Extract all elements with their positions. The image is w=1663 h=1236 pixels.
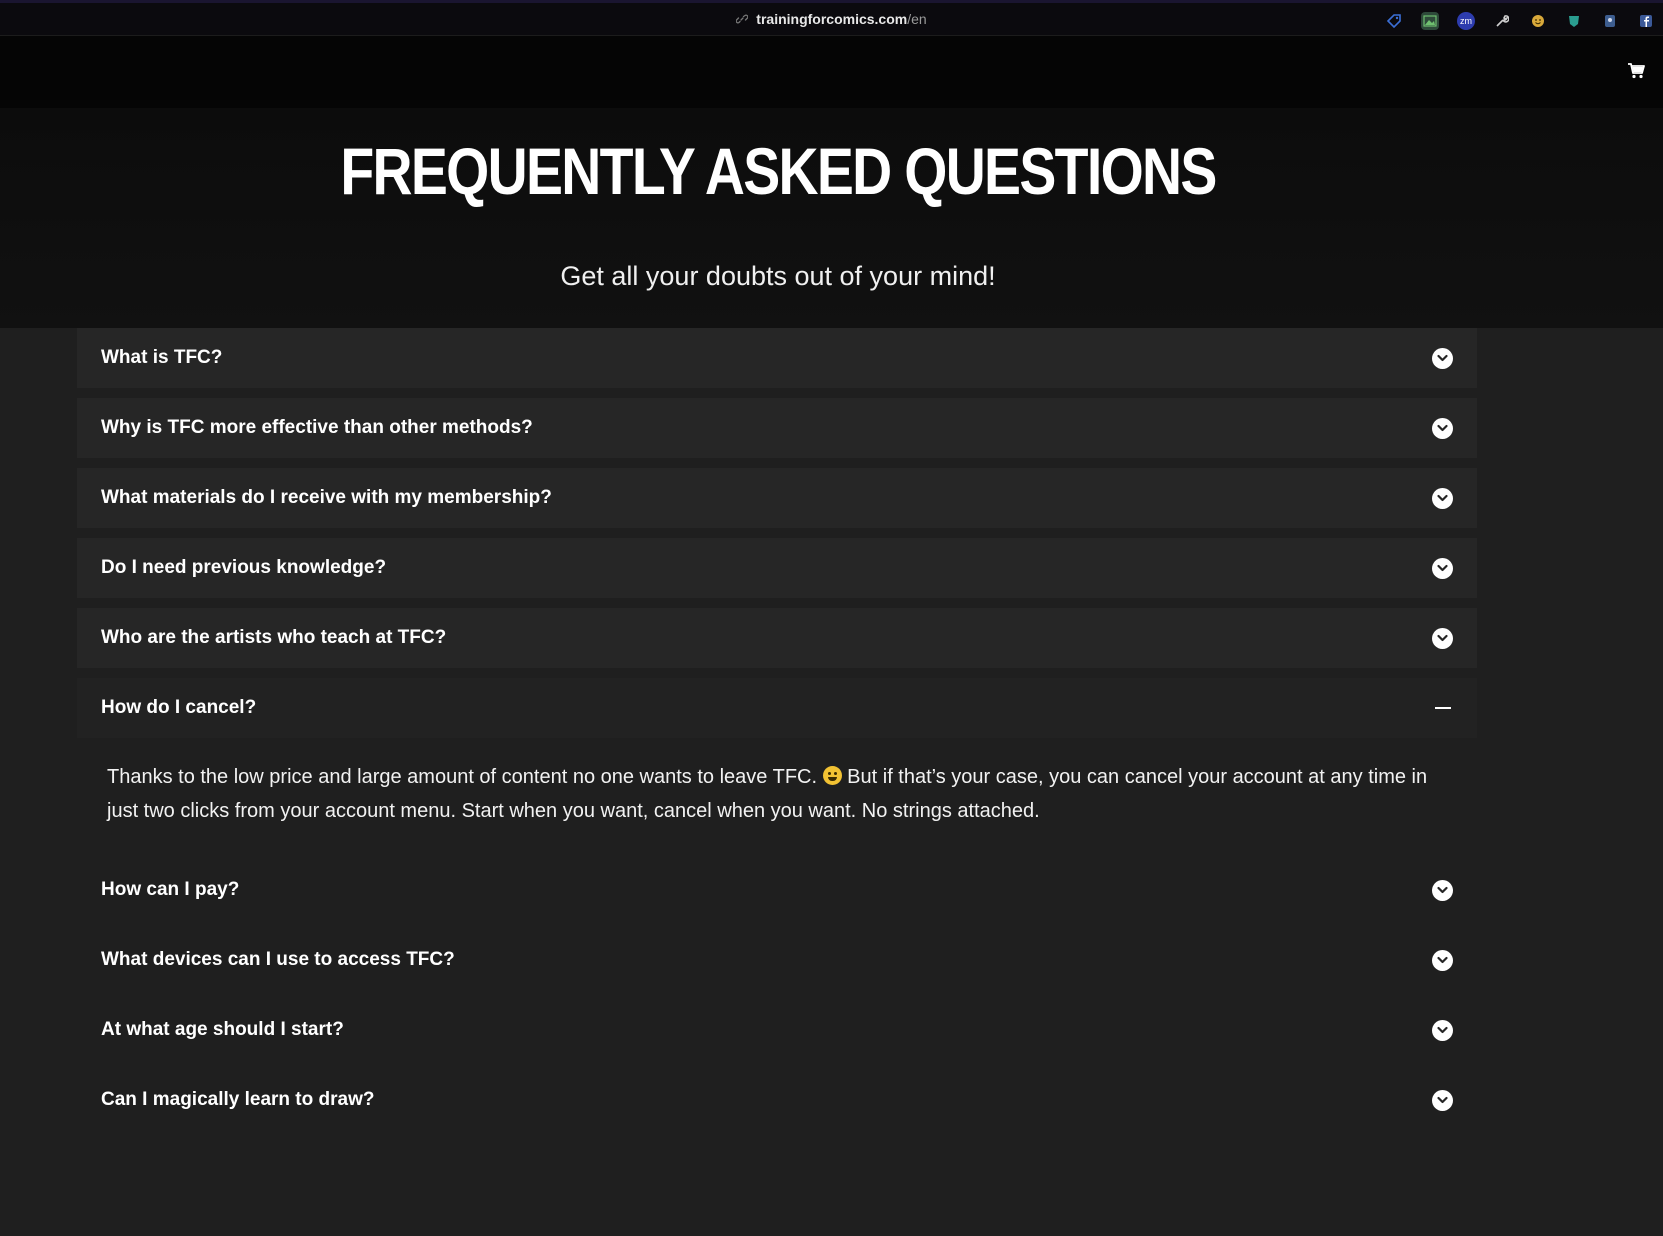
faq-question: How do I cancel? [101, 697, 257, 718]
faq-answer-text-1: Thanks to the low price and large amount… [107, 766, 818, 788]
page-title: FREQUENTLY ASKED QUESTIONS [340, 134, 1217, 208]
faq-question: How can I pay? [101, 879, 240, 900]
facebook-icon[interactable] [1637, 12, 1655, 30]
chevron-down-icon[interactable] [1432, 487, 1453, 509]
faq-question-toggle[interactable]: How do I cancel? [77, 678, 1477, 738]
site-header [0, 36, 1663, 108]
chevron-down-icon[interactable] [1432, 1089, 1453, 1111]
faq-item: How can I pay? [77, 860, 1477, 920]
user-icon[interactable] [1601, 12, 1619, 30]
faq-question: What is TFC? [101, 347, 223, 368]
grinning-emoji-icon [822, 766, 842, 785]
chevron-down-icon[interactable] [1432, 557, 1453, 579]
emoji-icon[interactable] [1529, 12, 1547, 30]
faq-item: What materials do I receive with my memb… [77, 468, 1477, 528]
wrench-icon[interactable] [1493, 12, 1511, 30]
faq-accordion: What is TFC? Why is TFC more effective t… [77, 328, 1477, 1140]
faq-item: Do I need previous knowledge? [77, 538, 1477, 598]
chevron-down-icon[interactable] [1432, 879, 1453, 901]
tag-icon[interactable] [1385, 12, 1403, 30]
collapse-minus-icon[interactable] [1435, 707, 1451, 709]
faq-item: Why is TFC more effective than other met… [77, 398, 1477, 458]
faq-item-open: How do I cancel? Thanks to the low price… [77, 678, 1477, 860]
chevron-down-icon[interactable] [1432, 1019, 1453, 1041]
faq-question-toggle[interactable]: What materials do I receive with my memb… [77, 468, 1477, 528]
faq-question: At what age should I start? [101, 1019, 344, 1040]
url-domain: trainingforcomics.com [756, 11, 908, 27]
faq-item: Can I magically learn to draw? [77, 1070, 1477, 1130]
chevron-down-icon[interactable] [1432, 347, 1453, 369]
faq-question-toggle[interactable]: How can I pay? [77, 860, 1477, 920]
browser-url-bar: trainingforcomics.com/en zm [0, 0, 1663, 36]
zm-icon[interactable]: zm [1457, 12, 1475, 30]
url-path: /en [907, 11, 927, 27]
faq-question-toggle[interactable]: What is TFC? [77, 328, 1477, 388]
faq-question: Who are the artists who teach at TFC? [101, 627, 447, 648]
faq-question: What materials do I receive with my memb… [101, 487, 552, 508]
chevron-down-icon[interactable] [1432, 417, 1453, 439]
image-icon[interactable] [1421, 12, 1439, 30]
faq-hero: FREQUENTLY ASKED QUESTIONS Get all your … [0, 108, 1663, 328]
faq-question-toggle[interactable]: Who are the artists who teach at TFC? [77, 608, 1477, 668]
faq-question: Why is TFC more effective than other met… [101, 417, 533, 438]
faq-question: Do I need previous knowledge? [101, 557, 387, 578]
extension-toolbar: zm [1385, 12, 1655, 30]
shield-icon[interactable] [1565, 12, 1583, 30]
faq-question: What devices can I use to access TFC? [101, 949, 455, 970]
page-subtitle: Get all your doubts out of your mind! [560, 261, 996, 291]
faq-question-toggle[interactable]: Can I magically learn to draw? [77, 1070, 1477, 1130]
faq-question: Can I magically learn to draw? [101, 1089, 375, 1110]
faq-question-toggle[interactable]: At what age should I start? [77, 1000, 1477, 1060]
faq-item: What devices can I use to access TFC? [77, 930, 1477, 990]
faq-answer: Thanks to the low price and large amount… [77, 738, 1477, 860]
faq-question-toggle[interactable]: Do I need previous knowledge? [77, 538, 1477, 598]
faq-question-toggle[interactable]: What devices can I use to access TFC? [77, 930, 1477, 990]
chevron-down-icon[interactable] [1432, 627, 1453, 649]
chevron-down-icon[interactable] [1432, 949, 1453, 971]
shopping-cart-icon[interactable] [1627, 62, 1645, 80]
faq-item: Who are the artists who teach at TFC? [77, 608, 1477, 668]
link-icon [736, 14, 749, 24]
faq-item: What is TFC? [77, 328, 1477, 388]
faq-question-toggle[interactable]: Why is TFC more effective than other met… [77, 398, 1477, 458]
faq-item: At what age should I start? [77, 1000, 1477, 1060]
